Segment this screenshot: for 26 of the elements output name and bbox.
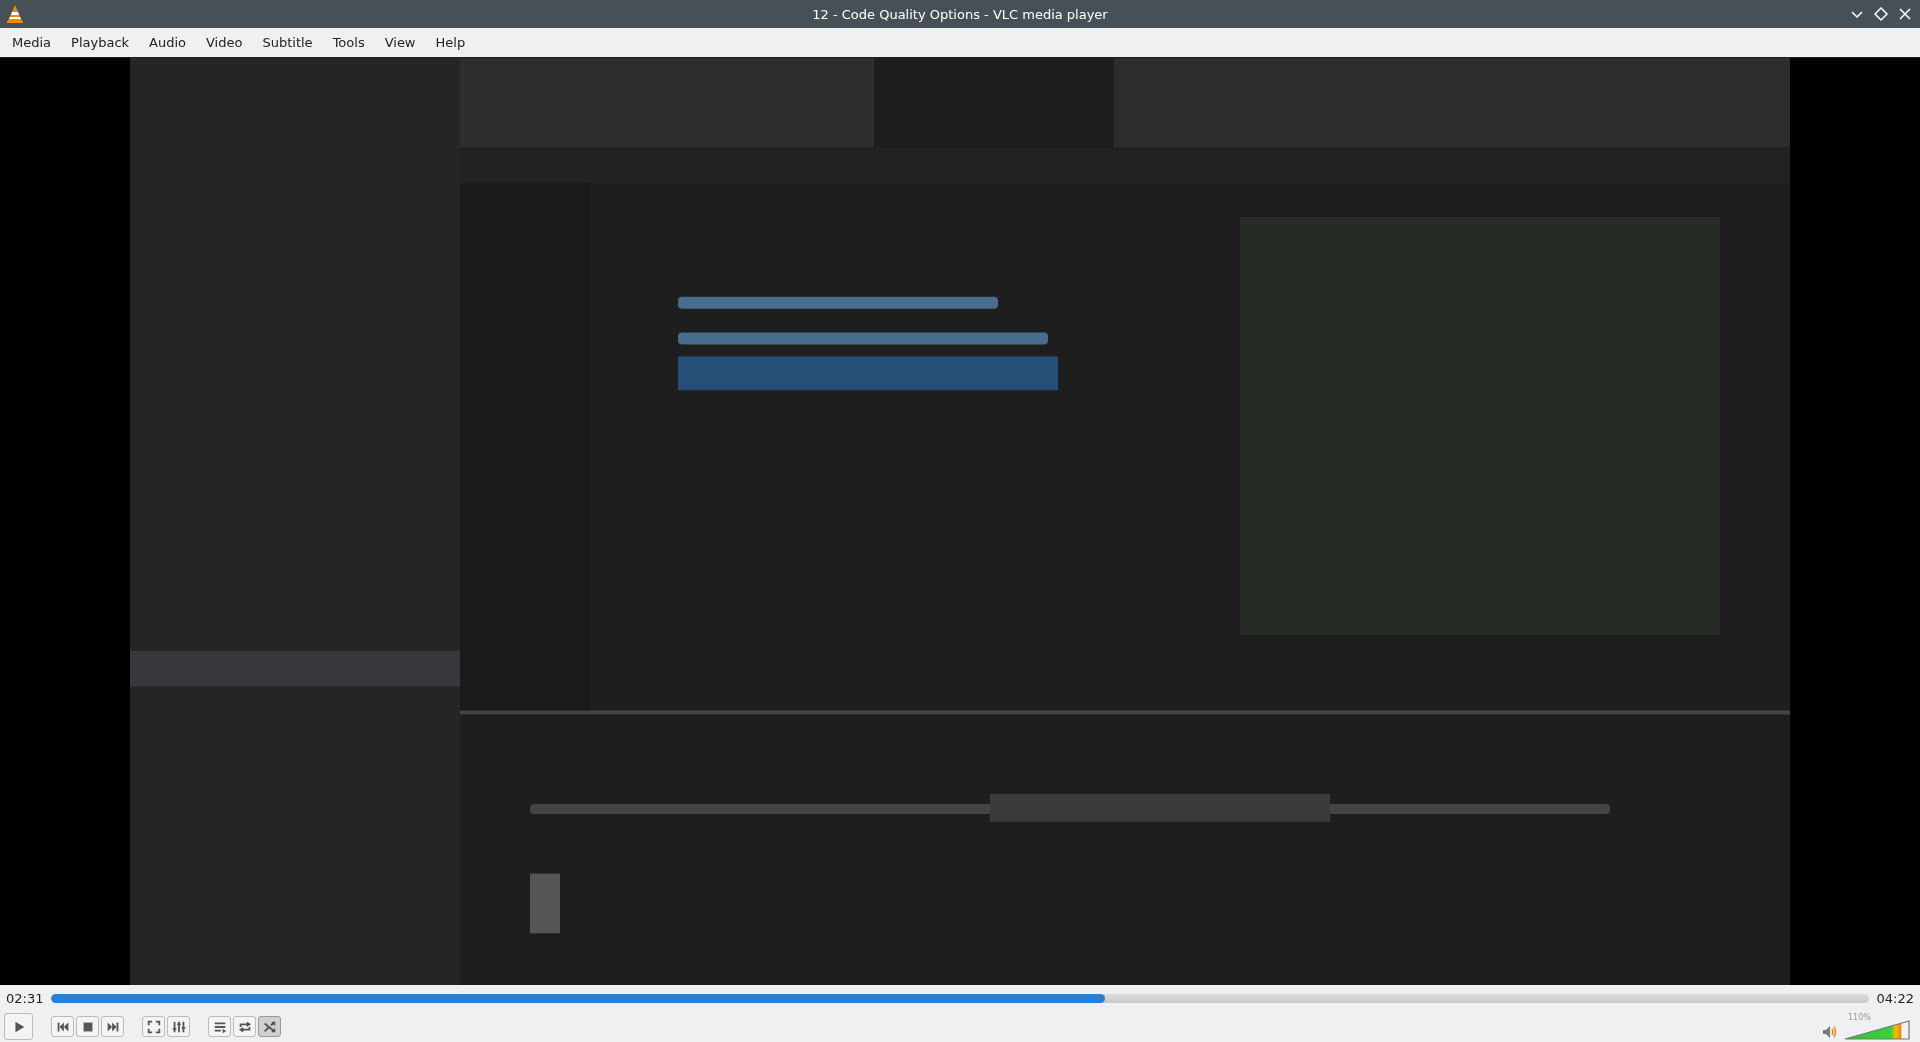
fullscreen-icon	[145, 1018, 162, 1035]
next-button[interactable]	[101, 1016, 124, 1037]
menu-item[interactable]: Playback	[61, 31, 140, 54]
seek-bar[interactable]	[51, 993, 1869, 1003]
prev-button[interactable]	[51, 1016, 74, 1037]
loop-button[interactable]	[233, 1016, 256, 1037]
effects-button[interactable]	[167, 1016, 190, 1037]
menu-item[interactable]: Subtitle	[252, 31, 323, 54]
menu-item[interactable]: Media	[2, 31, 62, 54]
menu-item[interactable]: View	[374, 31, 426, 54]
maximize-button[interactable]	[1872, 5, 1890, 23]
playlist-button[interactable]	[208, 1016, 231, 1037]
menu-item[interactable]: Tools	[322, 31, 375, 54]
total-time: 04:22	[1876, 990, 1914, 1006]
diamond-icon	[1872, 5, 1890, 23]
play-button[interactable]	[4, 1013, 33, 1040]
stop-button[interactable]	[76, 1016, 99, 1037]
menu-item[interactable]: Audio	[139, 31, 196, 54]
window-title: 12 - Code Quality Options - VLC media player	[812, 6, 1108, 22]
cone-icon	[6, 4, 24, 24]
fullscreen-button[interactable]	[142, 1016, 165, 1037]
volume-reading: 110%	[1848, 1012, 1871, 1022]
elapsed-time: 02:31	[6, 990, 44, 1006]
menu-item[interactable]: Help	[425, 31, 476, 54]
random-button[interactable]	[258, 1016, 281, 1037]
menu-item[interactable]: Video	[196, 31, 253, 54]
